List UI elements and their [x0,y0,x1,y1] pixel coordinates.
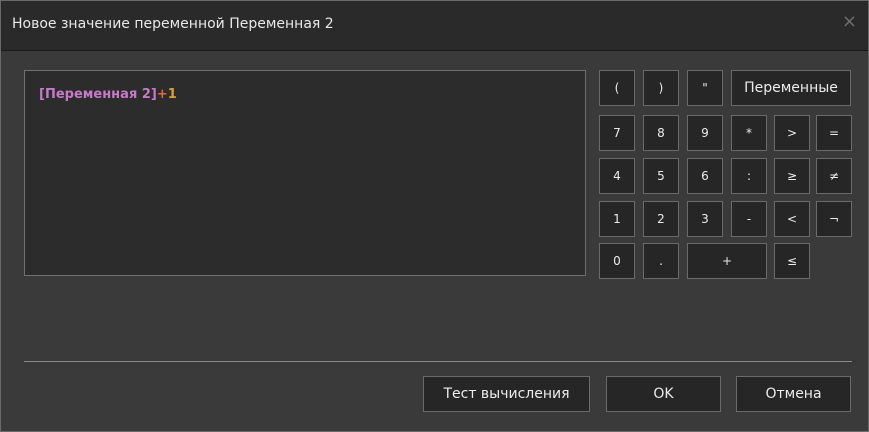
expression-operator-token: + [156,87,168,102]
key-7[interactable]: 7 [599,115,635,151]
key-1[interactable]: 1 [599,201,635,237]
key-plus[interactable]: + [687,243,767,279]
footer-divider [24,361,852,362]
key-close-paren[interactable]: ) [643,70,679,106]
dialog-title: Новое значение переменной Переменная 2 [12,16,334,32]
title-bar[interactable]: Новое значение переменной Переменная 2 × [1,1,868,51]
key-quote[interactable]: " [687,70,723,106]
key-8[interactable]: 8 [643,115,679,151]
key-not-equal[interactable]: ≠ [816,158,852,194]
key-divide[interactable]: : [731,158,767,194]
key-4[interactable]: 4 [599,158,635,194]
variables-button[interactable]: Переменные [731,70,851,106]
expression-editor[interactable]: [Переменная 2]+1 [24,70,586,276]
key-greater[interactable]: > [774,115,810,151]
key-not[interactable]: ¬ [816,201,852,237]
key-2[interactable]: 2 [643,201,679,237]
dialog-window: Новое значение переменной Переменная 2 ×… [0,0,869,432]
expression-variable-token: [Переменная 2] [39,87,157,102]
test-evaluation-button[interactable]: Тест вычисления [423,376,590,412]
ok-button[interactable]: OK [606,376,721,412]
key-less[interactable]: < [774,201,810,237]
key-minus[interactable]: - [731,201,767,237]
key-9[interactable]: 9 [687,115,723,151]
expression-number-token: 1 [167,87,177,102]
key-open-paren[interactable]: ( [599,70,635,106]
expression-text: [Переменная 2]+1 [39,87,177,102]
key-greater-equal[interactable]: ≥ [774,158,810,194]
key-dot[interactable]: . [643,243,679,279]
key-equals[interactable]: = [816,115,852,151]
key-5[interactable]: 5 [643,158,679,194]
key-3[interactable]: 3 [687,201,723,237]
cancel-button[interactable]: Отмена [736,376,851,412]
close-icon[interactable]: × [842,13,857,31]
key-0[interactable]: 0 [599,243,635,279]
key-less-equal[interactable]: ≤ [774,243,810,279]
key-multiply[interactable]: * [731,115,767,151]
key-6[interactable]: 6 [687,158,723,194]
